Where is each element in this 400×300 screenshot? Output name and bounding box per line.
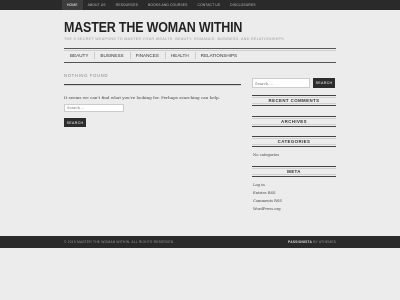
meta-link-comments-rss[interactable]: Comments RSS: [253, 199, 282, 203]
page-title: NOTHING FOUND: [64, 73, 109, 78]
categories-empty-text: No categories: [253, 153, 280, 157]
categories-heading: CATEGORIES: [252, 136, 336, 147]
sidebar-search-input[interactable]: [252, 78, 310, 88]
footer-theme-link[interactable]: PASSIONISTA: [288, 240, 312, 244]
top-nav-item-home[interactable]: Home: [62, 0, 83, 10]
sidebar-search-button[interactable]: SEARCH: [313, 78, 335, 88]
meta-link-wordpress-org[interactable]: WordPress.org: [253, 207, 281, 211]
top-nav-item-disclosures[interactable]: Disclosures: [225, 0, 260, 10]
top-nav-list: Home About Us Resources Books and Course…: [62, 0, 261, 10]
main-menu-item-business[interactable]: Business: [94, 49, 129, 62]
recent-comments-heading: RECENT COMMENTS: [252, 95, 336, 106]
meta-link-entries-rss[interactable]: Entries RSS: [253, 191, 276, 195]
main-menu-item-health[interactable]: Health: [164, 49, 195, 62]
site-description: THE 5 SECRET WEAPONS TO MASTER YOUR WEAL…: [64, 37, 285, 41]
meta-heading: META: [252, 166, 336, 177]
top-nav-bar: Home About Us Resources Books and Course…: [0, 0, 400, 10]
title-divider: [64, 84, 241, 86]
footer: © 2019 MASTER THE WOMAN WITHIN. ALL RIGH…: [0, 236, 400, 248]
top-nav-item-books-and-courses[interactable]: Books and Courses: [143, 0, 192, 10]
not-found-message: It seems we can't find what you're looki…: [64, 95, 220, 100]
main-menu: Beauty Business Finances Health Relation…: [64, 48, 336, 63]
site-title[interactable]: MASTER THE WOMAN WITHIN: [64, 20, 242, 36]
main-menu-item-finances[interactable]: Finances: [129, 49, 165, 62]
main-menu-item-beauty[interactable]: Beauty: [64, 49, 94, 62]
top-nav-item-resources[interactable]: Resources: [111, 0, 143, 10]
main-menu-item-relationships[interactable]: Relationships: [194, 49, 243, 62]
meta-link-log-in[interactable]: Log in: [253, 183, 265, 187]
archives-heading: ARCHIVES: [252, 116, 336, 127]
top-nav-item-about-us[interactable]: About Us: [83, 0, 111, 10]
footer-copyright: © 2019 MASTER THE WOMAN WITHIN. ALL RIGH…: [64, 240, 175, 244]
footer-credit: PASSIONISTA BY ATHEMES: [288, 236, 336, 248]
content-search-button[interactable]: SEARCH: [64, 118, 86, 127]
footer-theme-by: BY ATHEMES: [313, 240, 336, 244]
top-nav-item-contact-us[interactable]: Contact Us: [192, 0, 225, 10]
content-search-input[interactable]: [64, 104, 124, 112]
